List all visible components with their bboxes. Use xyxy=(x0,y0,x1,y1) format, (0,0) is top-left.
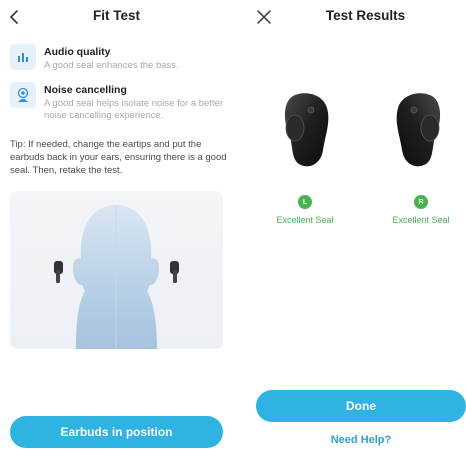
feature-description: A good seal enhances the bass. xyxy=(44,60,179,71)
fit-test-header: Fit Test xyxy=(0,0,233,34)
feature-title: Audio quality xyxy=(44,46,111,58)
head-illustration xyxy=(10,191,223,349)
bars-chart-icon xyxy=(10,44,36,70)
earbuds-in-position-button[interactable]: Earbuds in position xyxy=(10,416,223,448)
tip-text: Tip: If needed, change the eartips and p… xyxy=(10,139,227,176)
right-earbud-image xyxy=(388,88,446,172)
left-seal-status: Excellent Seal xyxy=(276,215,334,225)
fit-test-screen: Fit Test Audio quality A good seal enhan… xyxy=(0,0,233,470)
done-button[interactable]: Done xyxy=(256,390,466,422)
page-title: Fit Test xyxy=(93,8,140,23)
listener-icon xyxy=(10,82,36,108)
right-seal-status: Excellent Seal xyxy=(392,215,450,225)
page-title: Test Results xyxy=(325,8,406,23)
left-badge: L xyxy=(298,195,312,209)
feature-title: Noise cancelling xyxy=(44,84,127,96)
right-badge: R xyxy=(414,195,428,209)
need-help-link[interactable]: Need Help? xyxy=(256,434,466,446)
test-results-header: Test Results xyxy=(245,0,466,34)
feature-description: A good seal helps isolate noise for a be… xyxy=(44,98,224,121)
left-earbud-image xyxy=(279,88,337,172)
test-results-screen: Test Results L Excellent Seal R Excellen… xyxy=(245,0,466,470)
